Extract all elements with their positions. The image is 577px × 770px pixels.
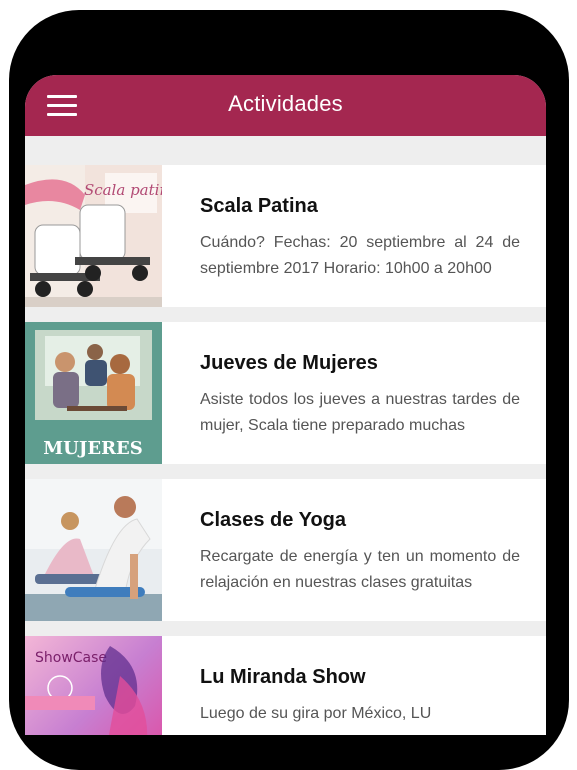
activity-description: Recargate de energía y ten un momento de…: [200, 548, 520, 591]
activity-title: Jueves de Mujeres: [200, 352, 378, 374]
activity-card-lu-miranda-show[interactable]: ShowCase Lu Miranda Show Luego de su gir…: [25, 636, 546, 735]
activity-card-clases-de-yoga[interactable]: Clases de Yoga Recargate de energía y te…: [25, 479, 546, 621]
thumb-logo-text: ShowCase: [35, 650, 107, 666]
activity-thumbnail: [25, 479, 162, 621]
activity-card-jueves-de-mujeres[interactable]: MUJERES Jueves de Mujeres Asiste todos l…: [25, 322, 546, 464]
activity-description: Cuándo? Fechas: 20 septiembre al 24 de s…: [200, 234, 520, 277]
activity-description: Asiste todos los jueves a nuestras tarde…: [200, 391, 520, 434]
activity-description: Luego de su gira por México, LU: [200, 705, 432, 722]
activity-thumbnail: MUJERES: [25, 322, 162, 464]
activity-thumbnail: ShowCase: [25, 636, 162, 735]
activity-title: Scala Patina: [200, 195, 318, 217]
activity-card-scala-patina[interactable]: Scala patina Scala Patina Cuándo? Fechas…: [25, 165, 546, 307]
page-title: Actividades: [228, 91, 343, 116]
activity-title: Lu Miranda Show: [200, 666, 366, 688]
activity-list: Scala patina Scala Patina Cuándo? Fechas…: [25, 165, 546, 735]
activity-thumbnail: Scala patina: [25, 165, 162, 307]
thumb-logo-text: MUJERES: [43, 438, 143, 459]
app-screen: Actividades Scala patina: [25, 75, 546, 735]
activity-title: Clases de Yoga: [200, 509, 346, 531]
thumb-logo-text: Scala patina: [84, 181, 162, 199]
app-bar: Actividades: [25, 75, 546, 136]
